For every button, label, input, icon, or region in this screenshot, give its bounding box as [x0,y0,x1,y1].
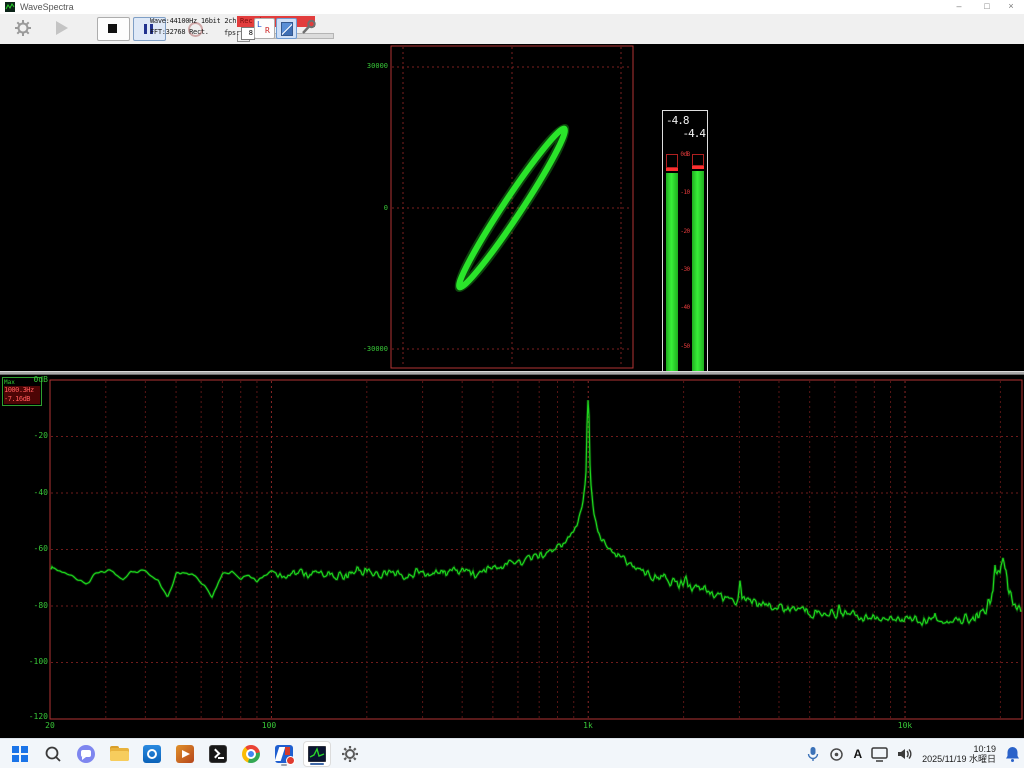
notifier-app-button[interactable] [270,741,298,767]
spectrum-xlabel-1k: 1k [573,721,603,730]
lissajous-ymin-label: -30000 [356,345,388,353]
media-player-icon [176,745,194,763]
meter-right-bar [692,171,704,387]
meter-left-bar [666,173,678,387]
settings-gear-icon [341,745,359,763]
settings-button[interactable] [336,741,364,767]
terminal-button[interactable] [204,741,232,767]
config-button[interactable] [299,18,318,37]
media-player-button[interactable] [171,741,199,767]
swap-lr-button[interactable]: L R [254,18,275,39]
spectrum-xlabel-100: 100 [254,721,284,730]
meter-right-peak [692,166,704,169]
app-logo-icon [5,2,15,12]
terminal-icon [209,745,227,763]
search-button[interactable] [39,741,67,767]
spectrum-ylabel-80: -80 [18,601,48,610]
meter-right-value: -4.4 [683,127,706,140]
spectrum-ylabel-60: -60 [18,544,48,553]
desktop: WaveSpectra – □ × Rec.中 [0,0,1024,768]
display-mode-button[interactable] [276,18,297,39]
active-running-indicator [310,763,324,765]
lissajous-ymax-label: 30000 [356,62,388,70]
spectrum-ylabel-0db: 0dB [18,375,48,384]
fps-label: fps: [224,29,240,37]
running-indicator [281,764,287,766]
wavespectra-icon [308,746,326,762]
audio-device-icon[interactable] [829,747,844,762]
meter-left-over-zone [666,154,678,168]
scope-panel: 30000 0 -30000 -4.8 -4.4 0dB -10 -20 -30… [0,44,1024,371]
swap-l-label: L [257,20,262,29]
window-title: WaveSpectra [20,2,74,12]
spectrum-ylabel-20: -20 [18,431,48,440]
taskbar: A 10:19 2025/11/19 水曜日 [0,738,1024,768]
wrench-icon [299,18,318,37]
taskbar-clock[interactable]: 10:19 2025/11/19 水曜日 [922,744,996,764]
notifier-app-icon [275,745,293,763]
close-button[interactable]: × [1000,0,1022,13]
spectrum-xlabel-10k: 10k [890,721,920,730]
spectrum-plot [0,375,1024,738]
spectrum-ylabel-40: -40 [18,488,48,497]
toolbar: Rec.中 Wave:44100Hz 16bit 2ch FFT:32768 R… [0,14,1024,45]
chrome-icon [242,745,260,763]
chat-icon [77,745,95,763]
volume-icon[interactable] [897,747,913,761]
start-button[interactable] [6,741,34,767]
folder-icon [110,746,129,762]
stop-icon [108,24,117,33]
display-mode-icon [281,22,293,36]
tray-date: 2025/11/19 水曜日 [922,754,996,764]
system-tray: A 10:19 2025/11/19 水曜日 [806,739,1020,768]
search-icon [44,745,62,763]
ime-mode-indicator[interactable]: A [853,747,862,761]
wave-format-info: Wave:44100Hz 16bit 2ch [150,17,236,25]
spectrum-panel: Max 1000.3Hz -7.16dB 0dB -20 -40 -60 -80… [0,375,1024,738]
peak-level-value: -7.16dB [4,395,40,404]
chat-button[interactable] [72,741,100,767]
file-explorer-button[interactable] [105,741,133,767]
meter-left-value: -4.8 [666,114,689,127]
play-icon[interactable] [56,21,68,35]
fft-settings-info: FFT:32768 Rect. [150,28,209,36]
meter-right-over-zone [692,154,704,166]
windows-start-icon [12,746,28,762]
maximize-button[interactable]: □ [976,0,998,13]
lissajous-grid [392,47,632,367]
display-icon[interactable] [871,747,888,762]
meter-left-peak [666,168,678,171]
peak-frequency-value: 1000.3Hz [4,386,40,395]
spectrum-trace [51,400,1021,625]
tray-time: 10:19 [922,744,996,754]
notification-bell-icon[interactable] [1005,746,1020,762]
setup-gear-icon[interactable] [12,19,34,37]
stop-button[interactable] [97,17,130,41]
outlook-icon [143,745,161,763]
title-bar: WaveSpectra – □ × [0,0,1024,15]
taskbar-app-icons [6,739,364,768]
notification-badge [286,756,295,765]
lissajous-plot [0,44,1024,371]
level-meter-panel: -4.8 -4.4 0dB -10 -20 -30 -40 -50 -60 L … [662,110,708,400]
chrome-button[interactable] [237,741,265,767]
spectrum-grid [51,381,1021,718]
spectrum-ylabel-120: -120 [18,712,48,721]
microphone-icon[interactable] [806,746,820,762]
spectrum-xlabel-20: 20 [35,721,65,730]
spectrum-ylabel-100: -100 [18,657,48,666]
fps-input[interactable]: 8 [241,27,255,40]
swap-r-label: R [265,26,270,35]
wavespectra-taskbar-button[interactable] [303,741,331,767]
pause-icon [144,24,147,34]
lissajous-yzero-label: 0 [356,204,388,212]
minimize-button[interactable]: – [948,0,970,13]
outlook-button[interactable] [138,741,166,767]
